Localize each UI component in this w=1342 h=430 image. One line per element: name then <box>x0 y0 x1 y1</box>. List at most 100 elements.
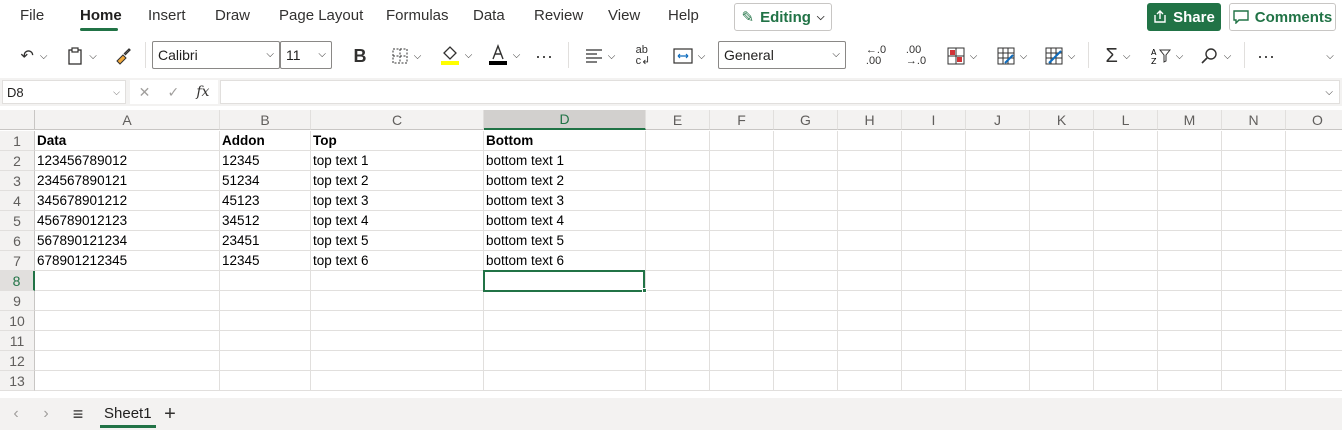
cell-f13[interactable] <box>710 371 774 391</box>
fill-color-button[interactable]: ⌵ <box>436 42 476 68</box>
cell-m13[interactable] <box>1158 371 1222 391</box>
row-header-8[interactable]: 8 <box>0 271 35 291</box>
cell-f4[interactable] <box>710 191 774 211</box>
cell-i6[interactable] <box>902 231 966 251</box>
cell-d6[interactable]: bottom text 5 <box>484 231 646 251</box>
cell-i11[interactable] <box>902 331 966 351</box>
cell-b5[interactable]: 34512 <box>220 211 311 231</box>
cell-l11[interactable] <box>1094 331 1158 351</box>
cell-c3[interactable]: top text 2 <box>311 171 484 191</box>
cell-k12[interactable] <box>1030 351 1094 371</box>
cell-n8[interactable] <box>1222 271 1286 291</box>
cell-l5[interactable] <box>1094 211 1158 231</box>
cell-k13[interactable] <box>1030 371 1094 391</box>
cell-b11[interactable] <box>220 331 311 351</box>
cell-m2[interactable] <box>1158 151 1222 171</box>
cell-g9[interactable] <box>774 291 838 311</box>
cell-a11[interactable] <box>35 331 220 351</box>
cell-a7[interactable]: 678901212345 <box>35 251 220 271</box>
row-header-9[interactable]: 9 <box>0 291 35 311</box>
cell-g7[interactable] <box>774 251 838 271</box>
cell-e3[interactable] <box>646 171 710 191</box>
row-header-6[interactable]: 6 <box>0 231 35 251</box>
cell-f1[interactable] <box>710 131 774 151</box>
cell-h5[interactable] <box>838 211 902 231</box>
cell-k6[interactable] <box>1030 231 1094 251</box>
cell-k11[interactable] <box>1030 331 1094 351</box>
cell-d13[interactable] <box>484 371 646 391</box>
cell-f2[interactable] <box>710 151 774 171</box>
cell-b2[interactable]: 12345 <box>220 151 311 171</box>
cell-f6[interactable] <box>710 231 774 251</box>
cell-i3[interactable] <box>902 171 966 191</box>
add-sheet-button[interactable]: + <box>160 403 180 425</box>
number-format-select[interactable]: General ⌵ <box>718 41 846 69</box>
cell-m9[interactable] <box>1158 291 1222 311</box>
cell-n6[interactable] <box>1222 231 1286 251</box>
cell-c9[interactable] <box>311 291 484 311</box>
column-header-i[interactable]: I <box>902 110 966 130</box>
cell-n2[interactable] <box>1222 151 1286 171</box>
align-button[interactable]: ⌵ <box>580 44 620 68</box>
cell-o6[interactable] <box>1286 231 1342 251</box>
row-header-7[interactable]: 7 <box>0 251 35 271</box>
cell-o8[interactable] <box>1286 271 1342 291</box>
cell-l10[interactable] <box>1094 311 1158 331</box>
cell-k9[interactable] <box>1030 291 1094 311</box>
cell-b10[interactable] <box>220 311 311 331</box>
scroll-right-icon[interactable]: › <box>38 404 54 424</box>
cell-h13[interactable] <box>838 371 902 391</box>
cell-n9[interactable] <box>1222 291 1286 311</box>
cell-c12[interactable] <box>311 351 484 371</box>
cell-m5[interactable] <box>1158 211 1222 231</box>
cell-l9[interactable] <box>1094 291 1158 311</box>
cell-c10[interactable] <box>311 311 484 331</box>
cell-f11[interactable] <box>710 331 774 351</box>
tab-data[interactable]: Data <box>473 7 505 24</box>
cell-i5[interactable] <box>902 211 966 231</box>
cell-h12[interactable] <box>838 351 902 371</box>
cell-m4[interactable] <box>1158 191 1222 211</box>
share-button[interactable]: Share <box>1147 3 1221 31</box>
cell-i8[interactable] <box>902 271 966 291</box>
cell-e5[interactable] <box>646 211 710 231</box>
cell-e12[interactable] <box>646 351 710 371</box>
cell-i4[interactable] <box>902 191 966 211</box>
cell-f3[interactable] <box>710 171 774 191</box>
cell-a6[interactable]: 567890121234 <box>35 231 220 251</box>
row-header-5[interactable]: 5 <box>0 211 35 231</box>
fx-icon[interactable]: fx <box>196 84 209 100</box>
format-as-table-button[interactable]: ⌵ <box>992 44 1032 68</box>
cell-h10[interactable] <box>838 311 902 331</box>
borders-button[interactable]: ⌵ <box>386 44 426 68</box>
cell-k8[interactable] <box>1030 271 1094 291</box>
cell-j12[interactable] <box>966 351 1030 371</box>
cell-g10[interactable] <box>774 311 838 331</box>
tab-review[interactable]: Review <box>534 7 583 24</box>
select-all-corner[interactable] <box>0 110 35 130</box>
undo-button[interactable]: ↶ ⌵ <box>14 44 54 68</box>
cell-b3[interactable]: 51234 <box>220 171 311 191</box>
cell-g6[interactable] <box>774 231 838 251</box>
cancel-icon[interactable]: ✕ <box>139 84 151 101</box>
cell-b13[interactable] <box>220 371 311 391</box>
cell-e2[interactable] <box>646 151 710 171</box>
row-header-3[interactable]: 3 <box>0 171 35 191</box>
cell-k2[interactable] <box>1030 151 1094 171</box>
column-header-j[interactable]: J <box>966 110 1030 130</box>
cell-k3[interactable] <box>1030 171 1094 191</box>
cell-o12[interactable] <box>1286 351 1342 371</box>
cell-k7[interactable] <box>1030 251 1094 271</box>
column-header-e[interactable]: E <box>646 110 710 130</box>
cell-k5[interactable] <box>1030 211 1094 231</box>
cell-f9[interactable] <box>710 291 774 311</box>
cell-g1[interactable] <box>774 131 838 151</box>
name-box[interactable]: D8 ⌵ <box>2 80 126 104</box>
cell-n3[interactable] <box>1222 171 1286 191</box>
cell-o2[interactable] <box>1286 151 1342 171</box>
tab-page-layout[interactable]: Page Layout <box>279 7 363 24</box>
cell-n12[interactable] <box>1222 351 1286 371</box>
font-name-select[interactable]: Calibri ⌵ <box>152 41 280 69</box>
cell-j3[interactable] <box>966 171 1030 191</box>
increase-decimal-button[interactable]: ←.0.00 <box>862 42 890 70</box>
